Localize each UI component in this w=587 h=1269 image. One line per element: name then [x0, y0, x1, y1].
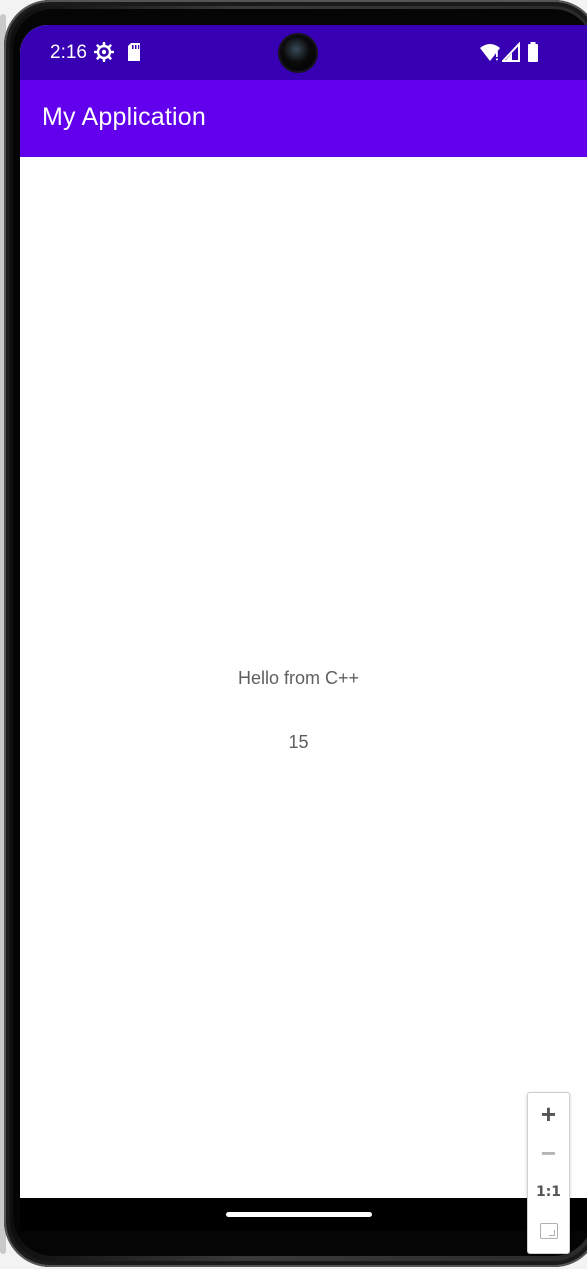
status-bar: 2:16: [20, 25, 587, 80]
status-time: 2:16: [50, 42, 87, 63]
app-bar: My Application: [20, 80, 587, 157]
settings-gear-icon: [94, 42, 114, 62]
emulator-stage: 2:16 My Application Hello from C++ 15 + …: [0, 0, 587, 1269]
battery-icon: [528, 42, 538, 62]
navigation-bar: [20, 1198, 587, 1231]
fit-screen-button[interactable]: [528, 1212, 569, 1250]
number-text: 15: [288, 732, 309, 752]
sd-card-icon: [128, 43, 140, 61]
signal-icon: [502, 42, 520, 62]
zoom-out-button[interactable]: −: [528, 1134, 569, 1172]
fit-screen-icon: [539, 1223, 558, 1239]
home-gesture-handle[interactable]: [226, 1212, 372, 1217]
wifi-icon: [480, 44, 500, 61]
hello-text: Hello from C++: [237, 668, 360, 688]
zoom-in-button[interactable]: +: [528, 1095, 569, 1133]
device-screen[interactable]: 2:16 My Application Hello from C++ 15: [20, 25, 587, 1231]
app-title: My Application: [42, 103, 206, 131]
actual-size-button[interactable]: 1:1: [528, 1173, 569, 1211]
zoom-controls: + − 1:1: [527, 1092, 570, 1254]
front-camera: [280, 35, 316, 71]
main-content: Hello from C++ 15: [20, 157, 587, 1198]
